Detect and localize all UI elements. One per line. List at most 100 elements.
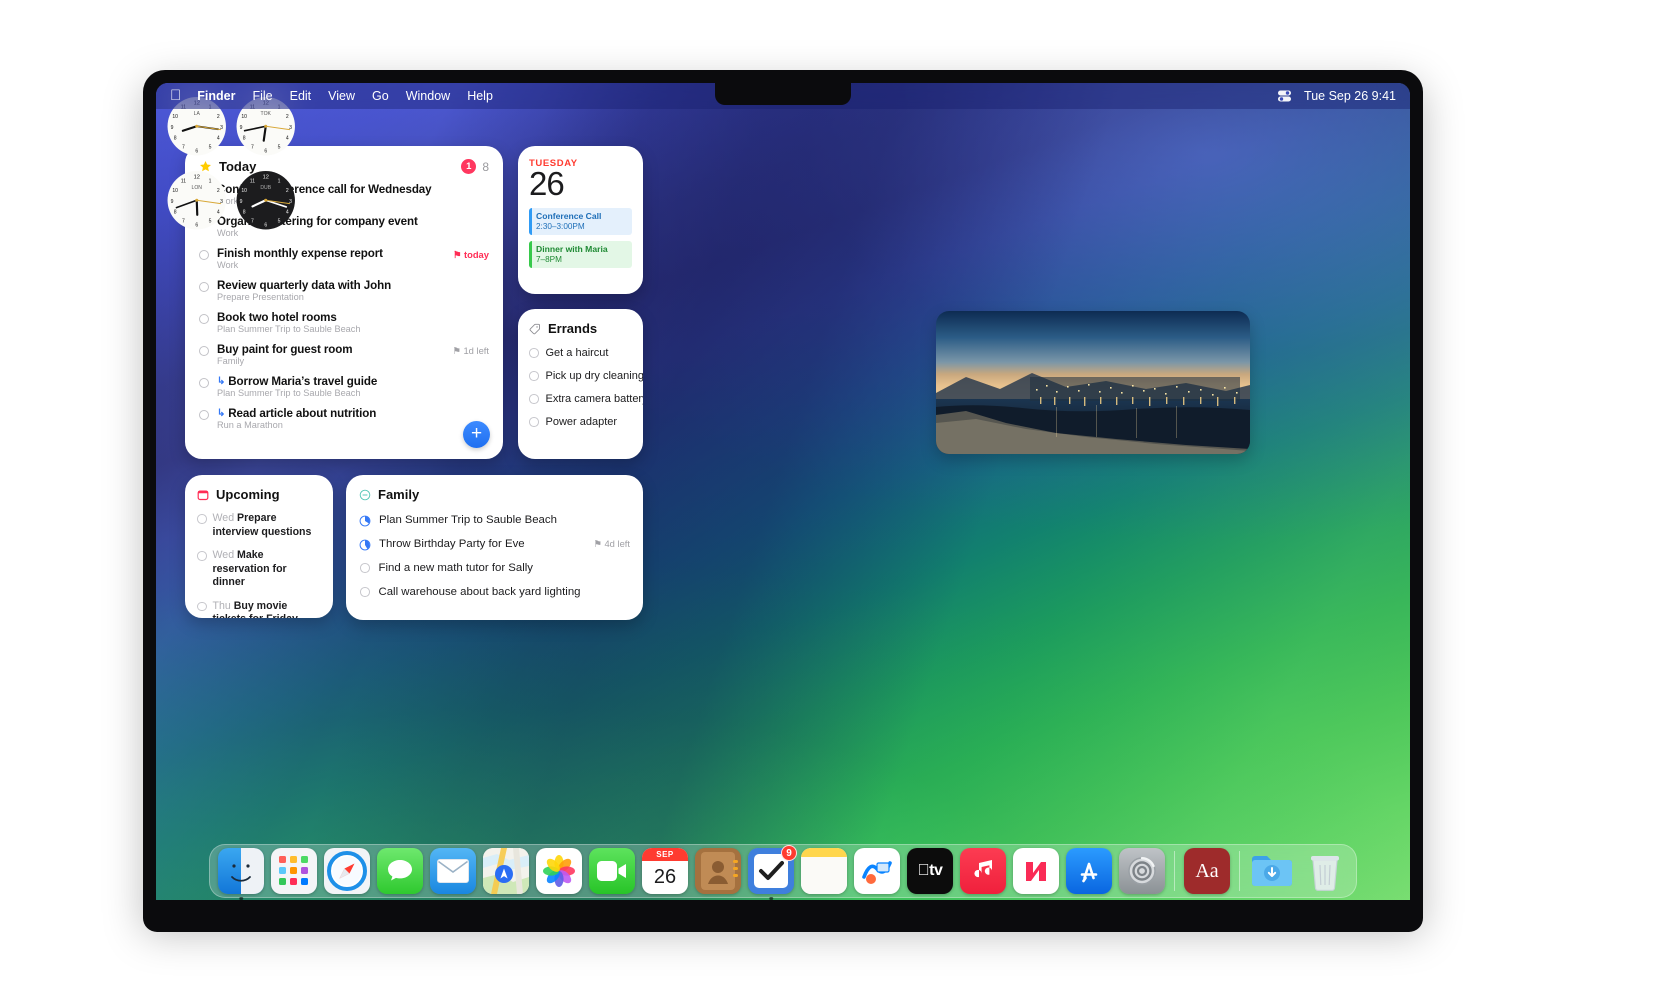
menu-bar-clock[interactable]: Tue Sep 26 9:41 xyxy=(1304,89,1396,103)
reminder-row[interactable]: ↳ Borrow Maria’s travel guide Plan Summe… xyxy=(199,375,489,398)
downloads-folder-icon[interactable] xyxy=(1249,848,1295,894)
maps-icon[interactable] xyxy=(483,848,529,894)
reminder-row[interactable]: Review quarterly data with John Prepare … xyxy=(199,279,489,302)
upcoming-widget[interactable]: Upcoming Wed Prepare interview questions… xyxy=(185,475,333,618)
dock-item-dictionary[interactable]: Aa xyxy=(1184,848,1230,894)
dock-item-messages[interactable] xyxy=(377,848,423,894)
app-store-icon[interactable] xyxy=(1066,848,1112,894)
reminder-checkbox[interactable] xyxy=(199,346,209,356)
dock-item-tv[interactable]: tv xyxy=(907,848,953,894)
svg-text:9: 9 xyxy=(239,198,242,204)
dock-item-contacts[interactable] xyxy=(695,848,741,894)
family-checkbox[interactable] xyxy=(360,587,370,597)
dock-item-facetime[interactable] xyxy=(589,848,635,894)
photo-widget[interactable] xyxy=(936,311,1250,454)
launchpad-icon[interactable] xyxy=(271,848,317,894)
control-center-icon[interactable] xyxy=(1277,89,1292,103)
finder-icon[interactable] xyxy=(218,848,264,894)
errand-row[interactable]: Power adapter xyxy=(529,416,632,428)
family-widget[interactable]: Family Plan Summer Trip to Sauble Beach xyxy=(346,475,643,620)
reminder-checkbox[interactable] xyxy=(199,314,209,324)
photos-icon[interactable] xyxy=(536,848,582,894)
errand-checkbox[interactable] xyxy=(529,371,539,381)
dock[interactable]: SEP 26 9 tv Aa xyxy=(209,844,1357,900)
menu-item-finder[interactable]: Finder xyxy=(197,89,235,103)
errand-row[interactable]: Extra camera battery xyxy=(529,393,643,405)
svg-text:9: 9 xyxy=(171,198,174,204)
family-checkbox[interactable] xyxy=(360,563,370,573)
reminder-checkbox[interactable] xyxy=(199,410,209,420)
dock-item-finder[interactable] xyxy=(218,848,264,900)
upcoming-row[interactable]: Wed Make reservation for dinner xyxy=(197,549,321,590)
dock-item-news[interactable] xyxy=(1013,848,1059,894)
upcoming-row[interactable]: Thu Buy movie tickets for Friday xyxy=(197,600,321,618)
errand-row[interactable]: Get a haircut xyxy=(529,347,632,359)
reminder-row[interactable]: Buy paint for guest room Family ⚑ 1d lef… xyxy=(199,343,489,366)
dock-item-safari[interactable] xyxy=(324,848,370,894)
reminder-checkbox[interactable] xyxy=(199,282,209,292)
dock-item-mail[interactable] xyxy=(430,848,476,894)
dock-item-system-settings[interactable] xyxy=(1119,848,1165,894)
menu-item-window[interactable]: Window xyxy=(406,89,450,103)
messages-icon[interactable] xyxy=(377,848,423,894)
errand-label: Pick up dry cleaning xyxy=(545,370,644,382)
progress-pie-icon[interactable] xyxy=(359,514,371,527)
family-row[interactable]: Call warehouse about back yard lighting xyxy=(359,586,630,598)
family-row[interactable]: Plan Summer Trip to Sauble Beach xyxy=(359,514,630,527)
upcoming-checkbox[interactable] xyxy=(197,514,207,524)
dock-item-freeform[interactable] xyxy=(854,848,900,894)
reminder-row[interactable]: ↳ Read article about nutrition Run a Mar… xyxy=(199,407,489,430)
safari-icon[interactable] xyxy=(324,848,370,894)
facetime-icon[interactable] xyxy=(589,848,635,894)
calendar-event[interactable]: Conference Call 2:30–3:00PM xyxy=(529,207,632,235)
menu-item-go[interactable]: Go xyxy=(372,89,389,103)
freeform-icon[interactable] xyxy=(854,848,900,894)
errand-checkbox[interactable] xyxy=(529,417,539,427)
reminder-row[interactable]: Finish monthly expense report Work ⚑ tod… xyxy=(199,247,489,270)
errands-widget[interactable]: Errands Get a haircut Pick up dry cleani… xyxy=(518,309,643,459)
calendar-widget[interactable]: TUESDAY 26 Conference Call 2:30–3:00PM D… xyxy=(518,146,643,294)
dock-item-launchpad[interactable] xyxy=(271,848,317,894)
dock-item-photos[interactable] xyxy=(536,848,582,894)
dock-item-downloads[interactable] xyxy=(1249,848,1295,894)
clock-city-label: LON xyxy=(192,184,203,190)
dock-item-reminders[interactable]: 9 xyxy=(748,845,797,900)
progress-pie-icon[interactable] xyxy=(359,538,371,551)
family-row[interactable]: Find a new math tutor for Sally xyxy=(359,562,630,574)
dictionary-icon[interactable]: Aa xyxy=(1184,848,1230,894)
notes-icon[interactable] xyxy=(801,848,847,894)
menu-item-view[interactable]: View xyxy=(328,89,355,103)
upcoming-checkbox[interactable] xyxy=(197,601,207,612)
dock-item-trash[interactable] xyxy=(1302,848,1348,894)
family-row[interactable]: Throw Birthday Party for Eve ⚑ 4d left xyxy=(359,538,630,551)
menu-item-help[interactable]: Help xyxy=(467,89,493,103)
apple-logo-icon[interactable]:  xyxy=(170,88,181,103)
menu-item-edit[interactable]: Edit xyxy=(290,89,312,103)
reminder-row[interactable]: Book two hotel rooms Plan Summer Trip to… xyxy=(199,311,489,334)
music-icon[interactable] xyxy=(960,848,1006,894)
today-widget-counts: 1 8 xyxy=(461,159,489,174)
dock-item-calendar[interactable]: SEP 26 xyxy=(642,848,688,894)
system-settings-icon[interactable] xyxy=(1119,848,1165,894)
trash-icon[interactable] xyxy=(1302,848,1348,894)
errand-row[interactable]: Pick up dry cleaning xyxy=(529,370,643,382)
apple-tv-icon[interactable]: tv xyxy=(907,848,953,894)
calendar-icon[interactable]: SEP 26 xyxy=(642,848,688,894)
add-reminder-button[interactable]: + xyxy=(463,421,490,448)
errand-checkbox[interactable] xyxy=(529,394,539,404)
news-icon[interactable] xyxy=(1013,848,1059,894)
svg-text:8: 8 xyxy=(174,209,177,215)
errand-checkbox[interactable] xyxy=(529,348,539,358)
contacts-icon[interactable] xyxy=(695,848,741,894)
dock-item-maps[interactable] xyxy=(483,848,529,894)
upcoming-row[interactable]: Wed Prepare interview questions xyxy=(197,512,321,539)
calendar-event[interactable]: Dinner with Maria 7–8PM xyxy=(529,240,632,268)
reminder-checkbox[interactable] xyxy=(199,378,209,388)
upcoming-checkbox[interactable] xyxy=(197,551,207,561)
dock-item-notes[interactable] xyxy=(801,848,847,894)
reminder-checkbox[interactable] xyxy=(199,250,209,260)
dock-item-music[interactable] xyxy=(960,848,1006,894)
menu-item-file[interactable]: File xyxy=(252,89,272,103)
dock-item-app-store[interactable] xyxy=(1066,848,1112,894)
mail-icon[interactable] xyxy=(430,848,476,894)
